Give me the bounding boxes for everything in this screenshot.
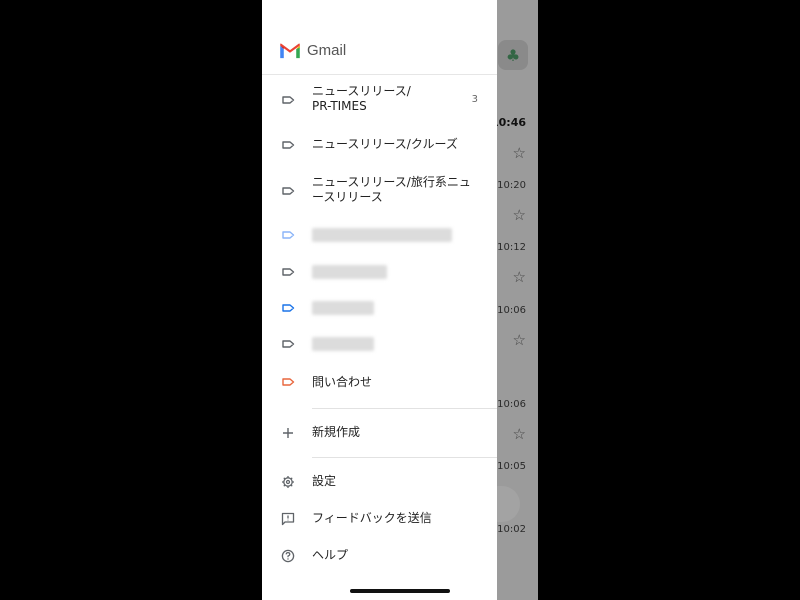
label-item-inquiry[interactable]: 問い合わせ (262, 374, 497, 392)
feedback-icon (281, 512, 295, 526)
label-outline-icon (282, 187, 295, 195)
settings-label: 設定 (312, 474, 337, 488)
label-outline-icon (282, 340, 295, 348)
phone-screen: ♣ 10:46 ... ☆ 10:20 " ☆ 10:12 ... ☆ 10:0… (262, 0, 538, 600)
inbox-time: 10:05 (497, 461, 526, 472)
star-icon[interactable]: ☆ (513, 331, 526, 349)
label-item-travel-news[interactable]: ニュースリリース/旅行系ニュ ースリリース (262, 175, 497, 209)
label-item-pr-times[interactable]: ニュースリリース/ PR-TIMES 3 (262, 84, 497, 120)
label-outline-icon (282, 304, 295, 312)
label-item-redacted[interactable] (262, 300, 497, 318)
label-name: ニュースリリース/クルーズ (312, 137, 458, 151)
star-icon[interactable]: ☆ (513, 206, 526, 224)
label-name: 問い合わせ (312, 375, 373, 389)
inbox-time: 10:06 (497, 399, 526, 410)
label-outline-icon (282, 96, 295, 104)
label-outline-icon (282, 141, 295, 149)
redacted-label-name (312, 228, 452, 242)
app-title: Gmail (307, 42, 347, 59)
label-outline-icon (282, 231, 295, 239)
help-button[interactable]: ヘルプ (262, 547, 497, 565)
unread-count: 3 (471, 94, 478, 105)
inbox-time: 10:20 (497, 180, 526, 191)
home-indicator (350, 589, 450, 593)
header-divider (262, 74, 497, 75)
label-name: ニュースリリース/旅行系ニュ ースリリース (312, 175, 471, 204)
gear-icon (282, 476, 294, 488)
star-icon[interactable]: ☆ (513, 425, 526, 443)
navigation-drawer: Gmail ニュースリリース/ PR-TIMES 3 ニュースリリース/クルーズ… (262, 0, 497, 600)
redacted-label-name (312, 301, 374, 315)
help-icon (281, 549, 295, 563)
section-divider (312, 457, 497, 458)
star-icon[interactable]: ☆ (513, 144, 526, 162)
inbox-time: 10:12 (497, 242, 526, 253)
label-item-cruise[interactable]: ニュースリリース/クルーズ (262, 136, 497, 156)
account-avatar[interactable]: ♣ (498, 40, 528, 70)
label-outline-icon (282, 378, 295, 386)
inbox-time: 10:02 (497, 524, 526, 535)
help-label: ヘルプ (312, 548, 349, 562)
star-icon[interactable]: ☆ (513, 268, 526, 286)
create-new-label-button[interactable]: 新規作成 (262, 424, 497, 442)
label-item-redacted[interactable] (262, 336, 497, 354)
section-divider (312, 408, 497, 409)
redacted-label-name (312, 265, 387, 279)
label-outline-icon (282, 268, 295, 276)
send-feedback-button[interactable]: フィードバックを送信 (262, 510, 497, 528)
inbox-time: 10:06 (497, 305, 526, 316)
redacted-label-name (312, 337, 374, 351)
create-new-label: 新規作成 (312, 425, 361, 439)
settings-button[interactable]: 設定 (262, 473, 497, 491)
gmail-logo-icon (280, 43, 300, 58)
label-name: ニュースリリース/ PR-TIMES (312, 84, 411, 113)
label-item-redacted[interactable] (262, 264, 497, 282)
label-item-redacted[interactable] (262, 227, 497, 245)
drawer-header: Gmail (279, 42, 346, 59)
feedback-label: フィードバックを送信 (312, 511, 432, 525)
plus-icon (283, 428, 293, 438)
